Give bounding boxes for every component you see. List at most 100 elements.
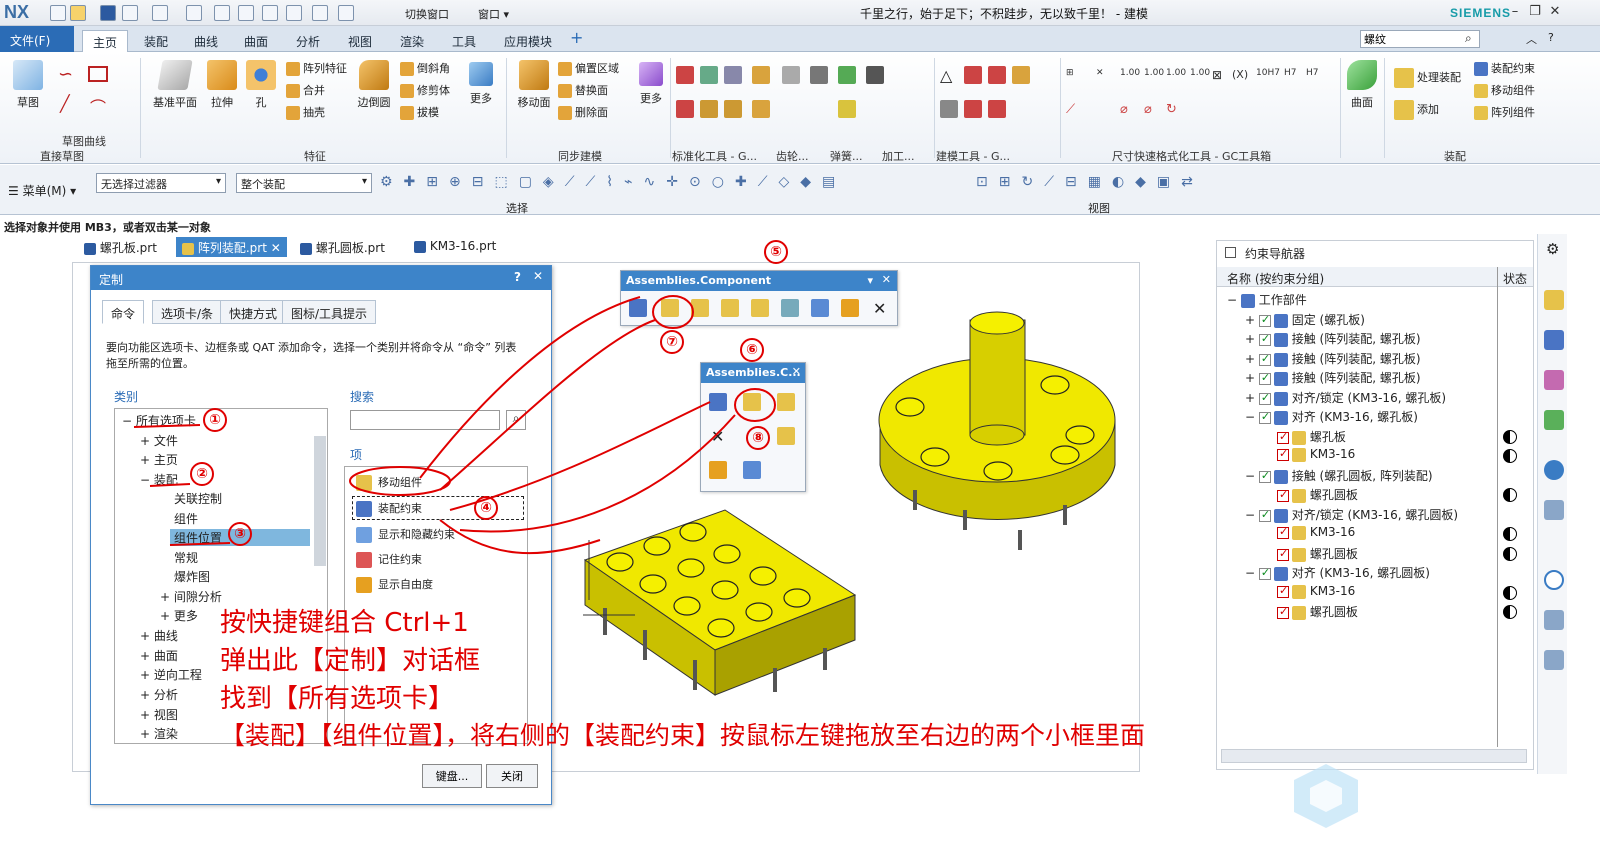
nav-row-touch-1[interactable]: + 接触 (阵列装配, 螺孔板) xyxy=(1245,330,1545,349)
nav-row-part-km3-2[interactable]: KM3-16 xyxy=(1277,525,1517,544)
tree-item-all-tabs[interactable]: − 所有选项卡 xyxy=(122,412,196,429)
nav-row-part-km3-3[interactable]: KM3-16 xyxy=(1277,584,1517,603)
copy-icon[interactable] xyxy=(238,5,254,21)
hole-button[interactable]: 孔 xyxy=(244,60,278,110)
tree-item-clearance[interactable]: + 间隙分析 xyxy=(160,588,222,605)
history-icon[interactable] xyxy=(1544,500,1564,520)
toolbar-title-bar[interactable]: Assemblies.Component ▾ ✕ xyxy=(621,271,897,291)
tree-item-analysis[interactable]: + 分析 xyxy=(140,686,178,703)
window-layout-icon[interactable] xyxy=(338,5,354,21)
tree-item-component[interactable]: 组件 xyxy=(174,510,198,527)
tree-item-more[interactable]: + 更多 xyxy=(160,607,198,624)
close-tab-icon[interactable]: ✕ xyxy=(271,241,281,255)
close-icon[interactable]: ✕ xyxy=(882,273,891,286)
undo-icon[interactable] xyxy=(152,5,168,21)
doc-tab-pattern-assembly[interactable]: 阵列装配.prt ✕ xyxy=(176,237,287,257)
reuse-library-icon[interactable] xyxy=(1544,410,1564,430)
close-icon[interactable]: ✕ xyxy=(792,365,801,378)
line-icon[interactable]: ╱ xyxy=(60,94,70,113)
assembly-constraint-button[interactable]: 装配约束 xyxy=(1474,60,1535,76)
save-icon[interactable] xyxy=(100,5,116,21)
tree-item-home[interactable]: + 主页 xyxy=(140,451,178,468)
constraint-navigator-icon[interactable] xyxy=(1544,330,1564,350)
rectangular-screw-plate-model[interactable] xyxy=(575,500,865,710)
gear-icon[interactable] xyxy=(700,66,718,84)
col-name-header[interactable]: 名称 (按约束分组) xyxy=(1227,270,1324,287)
dim-dia1-icon[interactable]: ⌀ xyxy=(1120,102,1128,117)
delete-icon[interactable]: ✕ xyxy=(873,299,886,318)
show-dof-icon[interactable] xyxy=(811,299,829,317)
type-filter-dropdown[interactable]: 无选择过滤器 xyxy=(96,173,226,193)
nav-row-align-lock-1[interactable]: + 对齐/锁定 (KM3-16, 螺孔板) xyxy=(1245,389,1545,408)
spring-group-label[interactable]: 弹簧... xyxy=(830,148,863,164)
assembly-navigator-icon[interactable] xyxy=(1544,290,1564,310)
remember-constraint-icon[interactable] xyxy=(709,461,727,479)
nav-row-touch-4[interactable]: − 接触 (螺孔圆板, 阵列装配) xyxy=(1245,467,1545,486)
toolbar-title-bar[interactable]: Assemblies.C... ✕ xyxy=(701,363,805,383)
item-assembly-constraint[interactable]: 装配约束 xyxy=(356,500,422,517)
part-navigator-icon[interactable] xyxy=(1544,370,1564,390)
dim-angle-icon[interactable]: ⟋ xyxy=(1066,102,1075,117)
row-checkbox[interactable] xyxy=(1258,410,1271,424)
chain-icon[interactable] xyxy=(676,100,694,118)
nav-row-align-lock-2[interactable]: − 对齐/锁定 (KM3-16, 螺孔圆板) xyxy=(1245,506,1545,525)
row-checkbox[interactable] xyxy=(1258,313,1271,327)
col-status-header[interactable]: 状态 xyxy=(1503,270,1527,287)
machining-group-label[interactable]: 加工... xyxy=(882,148,915,164)
nav-row-fix[interactable]: + 固定 (螺孔板) xyxy=(1245,311,1545,330)
menu-button[interactable]: ☰ 菜单(M) ▾ xyxy=(8,182,76,199)
sketch-button[interactable]: 草图 xyxy=(8,60,48,110)
print-icon[interactable] xyxy=(312,5,328,21)
tree-item-render[interactable]: + 渲染 xyxy=(140,725,178,742)
tab-assembly[interactable]: 装配 xyxy=(134,30,178,52)
more-sync-button[interactable]: 更多 xyxy=(634,62,668,106)
edge-blend-button[interactable]: 边倒圆 xyxy=(354,60,394,110)
paste-icon[interactable] xyxy=(262,5,278,21)
keyboard-button[interactable]: 键盘... xyxy=(422,764,482,788)
doc-tab-screw-plate[interactable]: 螺孔板.prt xyxy=(78,237,163,257)
close-button[interactable]: 关闭 xyxy=(486,764,538,788)
draft-button[interactable]: 拔模 xyxy=(400,104,439,120)
web-browser-icon[interactable] xyxy=(1544,460,1564,480)
tree-item-surface[interactable]: + 曲面 xyxy=(140,647,178,664)
fillet-icon[interactable] xyxy=(866,66,884,84)
tree-item-curve[interactable]: + 曲线 xyxy=(140,627,178,644)
command-search-field[interactable] xyxy=(350,410,500,430)
close-icon[interactable]: ✕ xyxy=(533,269,543,283)
pin-icon[interactable] xyxy=(810,66,828,84)
tab-applications[interactable]: 应用模块 xyxy=(494,30,562,52)
switch-window-label[interactable]: 切换窗口 xyxy=(405,6,449,22)
tab-tabs-bars[interactable]: 选项卡/条 xyxy=(152,300,223,324)
dim-tol2-icon[interactable]: 1.00 xyxy=(1144,68,1164,78)
table-icon[interactable] xyxy=(940,100,958,118)
show-dof-icon[interactable] xyxy=(743,461,761,479)
pattern-component-icon[interactable] xyxy=(751,299,769,317)
arc-icon[interactable]: ⌒ xyxy=(90,94,106,118)
pattern-component-button[interactable]: 阵列组件 xyxy=(1474,104,1535,120)
item-move-component[interactable]: 移动组件 xyxy=(356,474,422,491)
new-component-icon[interactable] xyxy=(721,299,739,317)
restore-icon[interactable]: ❐ xyxy=(1526,4,1544,20)
nut-icon[interactable] xyxy=(752,100,770,118)
block-icon[interactable] xyxy=(1012,66,1030,84)
tab-surface[interactable]: 曲面 xyxy=(234,30,278,52)
nav-row-part-round-plate-1[interactable]: 螺孔圆板 xyxy=(1277,486,1517,505)
minimize-icon[interactable]: – xyxy=(1506,4,1524,20)
nav-row-work-part[interactable]: − 工作部件 xyxy=(1227,291,1527,310)
dim-tol1-icon[interactable]: 1.00 xyxy=(1120,68,1140,78)
add-component-button[interactable]: 添加 xyxy=(1394,100,1439,120)
spring-wire-icon[interactable] xyxy=(838,100,856,118)
row-checkbox[interactable] xyxy=(1258,391,1271,405)
row-checkbox[interactable] xyxy=(1258,469,1271,483)
nav-row-align-1[interactable]: − 对齐 (KM3-16, 螺孔板) xyxy=(1245,408,1545,427)
offset-region-button[interactable]: 偏置区域 xyxy=(558,60,619,76)
tree-item-exploded[interactable]: 爆炸图 xyxy=(174,568,210,585)
row-checkbox[interactable] xyxy=(1258,332,1271,346)
pin-checkbox[interactable] xyxy=(1225,247,1236,258)
tree-item-assembly[interactable]: − 装配 xyxy=(140,471,178,488)
row-checkbox[interactable] xyxy=(1277,605,1289,619)
doc-tab-km3-16[interactable]: KM3-16.prt xyxy=(408,237,502,257)
tree-scrollbar[interactable] xyxy=(314,436,326,566)
dim-h7-icon[interactable]: 10H7 xyxy=(1256,68,1280,78)
tab-analysis[interactable]: 分析 xyxy=(286,30,330,52)
